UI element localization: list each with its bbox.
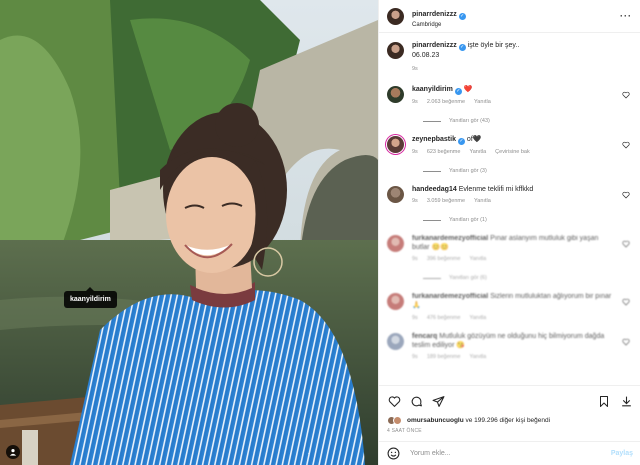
comment-username[interactable]: kaanyildirim bbox=[412, 86, 453, 93]
comment-text: of🖤 bbox=[466, 136, 482, 144]
verified-badge-icon: ✓ bbox=[458, 44, 466, 51]
avatar[interactable] bbox=[387, 42, 404, 59]
comment-likes[interactable]: 476 beğenme bbox=[427, 315, 461, 321]
comment-username[interactable]: zeynepbastik bbox=[412, 136, 456, 143]
more-dots-icon[interactable]: ··· bbox=[620, 11, 632, 21]
comment-item: furkanardemezyofficial Sizlerin mutluluk… bbox=[387, 292, 632, 321]
heart-icon[interactable] bbox=[387, 395, 401, 409]
comment-likes[interactable]: 623 beğenme bbox=[427, 149, 461, 155]
likes-username[interactable]: omursabuncuoglu bbox=[407, 417, 464, 424]
comment-time: 9s bbox=[412, 256, 418, 263]
verified-badge-icon: ✓ bbox=[454, 88, 462, 96]
post-image bbox=[0, 0, 378, 465]
avatar[interactable] bbox=[387, 186, 404, 204]
reply-button[interactable]: Yanıtla bbox=[474, 99, 491, 105]
caption-username[interactable]: pinarrdenizzz bbox=[412, 42, 457, 49]
comment-item: fencarq Mutluluk gözüyüm ne olduğunu hiç… bbox=[387, 332, 632, 360]
reply-button[interactable]: Yanıtla bbox=[469, 354, 486, 360]
avatar bbox=[393, 416, 402, 425]
comment-username[interactable]: handeedag14 bbox=[412, 186, 457, 193]
post-header: pinarrdenizzz ✓ Cambridge ··· bbox=[379, 0, 640, 33]
post-comment-button[interactable]: Paylaş bbox=[611, 450, 633, 457]
comment-item: furkanardemezyofficial Pınar aslanyım mu… bbox=[387, 234, 632, 262]
reply-button[interactable]: Yanıtla bbox=[469, 315, 486, 321]
likes-summary: omursabuncuoglu ve 199.296 diğer kişi be… bbox=[387, 416, 633, 425]
reply-button[interactable]: Yanıtla bbox=[474, 198, 491, 204]
avatar[interactable] bbox=[387, 136, 404, 154]
comment-username[interactable]: furkanardemezyofficial bbox=[412, 235, 488, 242]
view-replies-button[interactable]: Yanıtları gör (43) bbox=[423, 118, 632, 124]
comment-like-icon[interactable] bbox=[622, 240, 630, 248]
post-photo[interactable]: kaanyildirim bbox=[0, 0, 378, 465]
download-icon[interactable] bbox=[619, 395, 633, 409]
comment-like-icon[interactable] bbox=[622, 298, 630, 306]
comment-likes[interactable]: 396 beğenme bbox=[427, 256, 461, 262]
comment-likes[interactable]: 189 beğenme bbox=[427, 354, 461, 360]
comment-text: Evlenme teklifi mi kffkkd bbox=[458, 186, 534, 194]
location-label[interactable]: Cambridge bbox=[412, 22, 466, 29]
comment-item: kaanyildirim ✓ ❤️ 9s 2.063 beğenme Yanıtla bbox=[387, 85, 632, 105]
view-replies-button[interactable]: Yanıtları gör (3) bbox=[423, 168, 632, 174]
comments-list: pinarrdenizzz ✓ işte öyle bir şey.. 06.08… bbox=[379, 33, 640, 385]
reply-button[interactable]: Yanıtla bbox=[469, 149, 486, 155]
verified-badge-icon: ✓ bbox=[458, 13, 466, 21]
avatar[interactable] bbox=[387, 235, 404, 253]
comment-username[interactable]: furkanardemezyofficial bbox=[412, 293, 488, 300]
bookmark-icon[interactable] bbox=[597, 395, 611, 409]
smile-icon[interactable] bbox=[387, 447, 400, 460]
comment-like-icon[interactable] bbox=[622, 91, 630, 99]
user-tag-bubble[interactable]: kaanyildirim bbox=[64, 287, 117, 308]
add-comment-bar: Yorum ekle... Paylaş bbox=[379, 441, 640, 465]
comment-text: Mutluluk gözüyüm ne olduğunu hiç bilmiyo… bbox=[412, 332, 605, 349]
view-replies-button[interactable]: Yanıtları gör (6) bbox=[423, 275, 632, 281]
likes-count[interactable]: ve 199.296 diğer kişi beğendi bbox=[466, 417, 551, 424]
user-tag-icon[interactable] bbox=[6, 445, 20, 459]
post-actions: omursabuncuoglu ve 199.296 diğer kişi be… bbox=[379, 385, 640, 434]
comment-item: zeynepbastik ✓ of🖤 9s 623 beğenme Yanıtla Çe… bbox=[387, 135, 632, 155]
share-icon[interactable] bbox=[431, 395, 445, 409]
post-owner-username[interactable]: pinarrdenizzz bbox=[412, 11, 457, 18]
comment-like-icon[interactable] bbox=[622, 141, 630, 149]
comment-username[interactable]: fencarq bbox=[412, 333, 437, 340]
comment-time: 9s bbox=[412, 149, 418, 156]
comment-time: 9s bbox=[412, 353, 418, 360]
comment-text: ❤️ bbox=[463, 86, 473, 94]
comment-time: 9s bbox=[412, 314, 418, 321]
view-replies-button[interactable]: Yanıtları gör (1) bbox=[423, 217, 632, 223]
comment-time: 9s bbox=[412, 198, 418, 205]
comment-time: 9s bbox=[412, 99, 418, 106]
avatar[interactable] bbox=[387, 7, 404, 25]
caption-text: işte öyle bir şey.. bbox=[467, 42, 520, 49]
comment-input[interactable]: Yorum ekle... bbox=[410, 450, 611, 457]
post-time-ago: 4 SAAT ÖNCE bbox=[387, 428, 422, 434]
caption: pinarrdenizzz ✓ işte öyle bir şey.. 06.08… bbox=[387, 41, 632, 72]
comment-likes[interactable]: 2.063 beğenme bbox=[427, 99, 465, 105]
comment-item: handeedag14 Evlenme teklifi mi kffkkd 9s… bbox=[387, 185, 632, 204]
avatar[interactable] bbox=[387, 86, 404, 104]
comment-likes[interactable]: 3.059 beğenme bbox=[427, 198, 465, 204]
avatar[interactable] bbox=[387, 293, 404, 311]
comment-like-icon[interactable] bbox=[622, 191, 630, 199]
post-side-panel: pinarrdenizzz ✓ Cambridge ··· pinarrdeniz… bbox=[378, 0, 640, 465]
caption-time: 9s bbox=[412, 66, 418, 73]
avatar[interactable] bbox=[387, 332, 404, 350]
verified-badge-icon: ✓ bbox=[457, 138, 465, 146]
comment-icon[interactable] bbox=[409, 395, 423, 409]
reply-button[interactable]: Yanıtla bbox=[469, 256, 486, 262]
caption-date: 06.08.23 bbox=[412, 52, 440, 59]
comment-like-icon[interactable] bbox=[622, 338, 630, 346]
translate-button[interactable]: Çevirisine bak bbox=[495, 149, 530, 155]
